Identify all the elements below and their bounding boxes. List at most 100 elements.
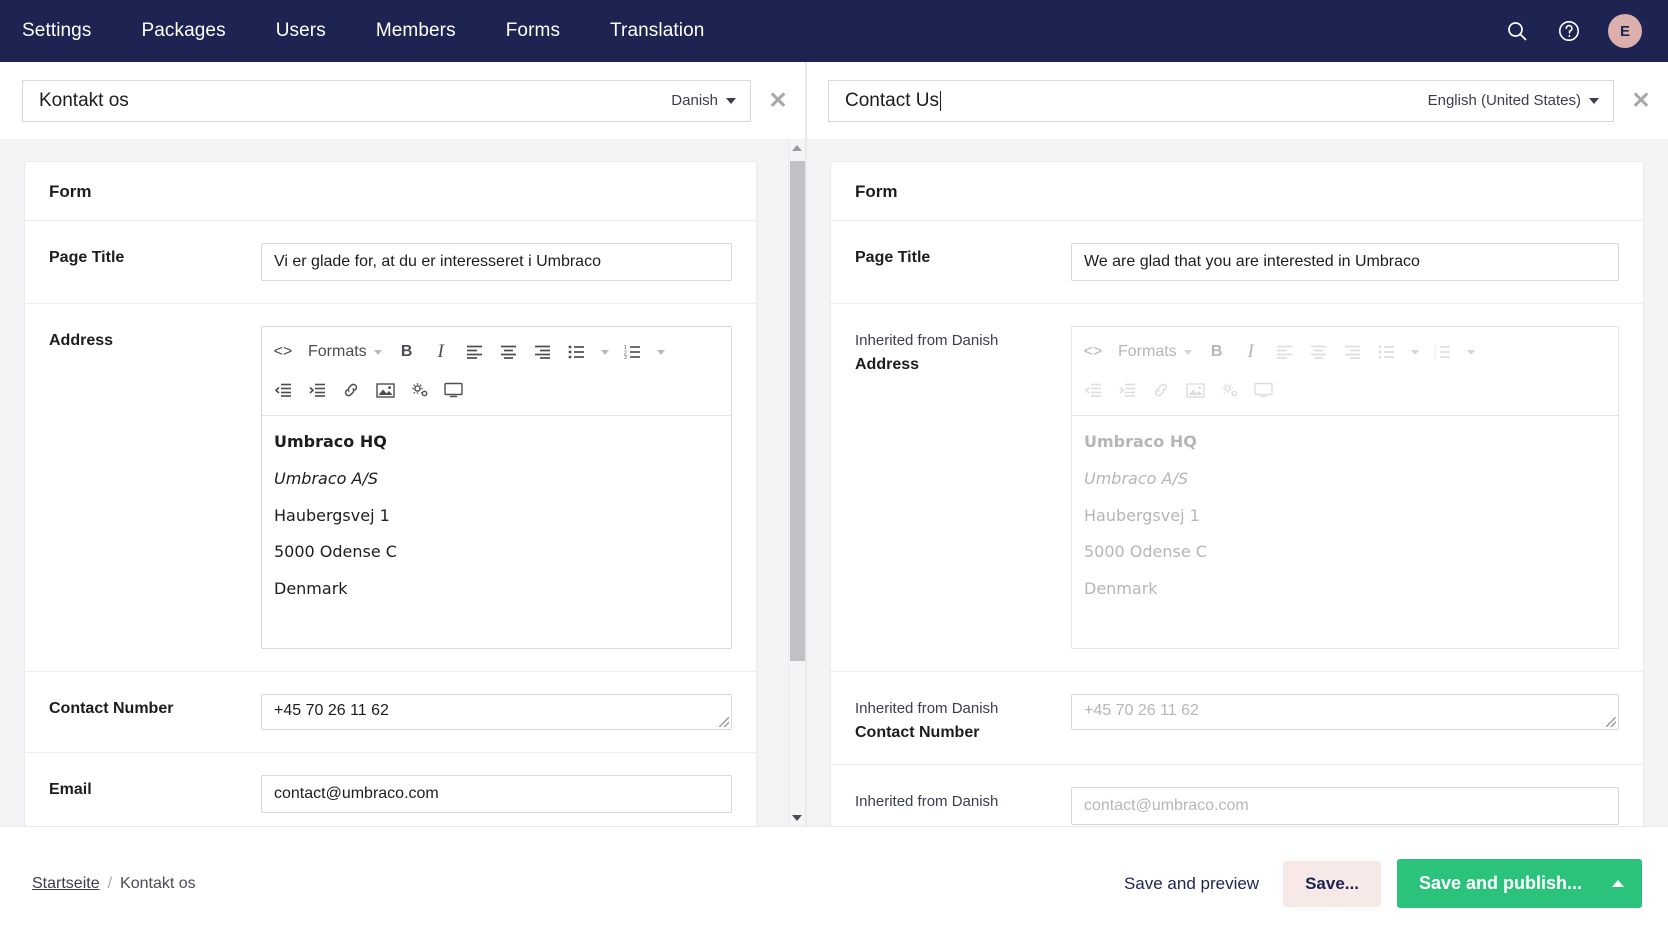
source-code-icon[interactable]: <> [266,336,300,368]
rte-line: Umbraco HQ [1084,432,1197,451]
field-control-email-english: contact@umbraco.com [1071,787,1619,825]
embed-monitor-icon[interactable] [436,374,470,406]
field-control-address-danish: <> Formats B I 1 2 3 Umbraco HQ Umbraco … [261,326,732,649]
nav-item-forms[interactable]: Forms [481,20,585,42]
contact-number-input-danish[interactable]: +45 70 26 11 62 [261,694,732,730]
save-and-publish-dropdown-toggle[interactable] [1602,866,1642,901]
field-control-contact-number-danish: +45 70 26 11 62 [261,694,732,730]
indent-icon[interactable] [1110,374,1144,406]
image-icon[interactable] [1178,374,1212,406]
bullet-list-options-icon[interactable] [1404,336,1426,368]
rte-toolbar-danish: <> Formats B I 1 2 3 [262,327,731,416]
macro-settings-icon[interactable] [1212,374,1246,406]
field-address-english: Inherited from Danish Address <> Formats [831,304,1643,672]
close-pane-english-button[interactable]: ✕ [1614,87,1668,114]
embed-monitor-icon[interactable] [1246,374,1280,406]
scroll-down-button[interactable] [789,809,805,826]
align-right-icon[interactable] [526,336,560,368]
card-title-danish: Form [25,162,756,221]
language-selector-english[interactable]: English (United States) [1418,92,1599,109]
rte-content-danish[interactable]: Umbraco HQ Umbraco A/S Haubergsvej 1 500… [262,416,731,648]
avatar[interactable]: E [1608,14,1642,48]
nav-item-settings[interactable]: Settings [22,20,116,42]
breadcrumb: Startseite / Kontakt os [32,875,196,893]
bold-icon[interactable]: B [1200,336,1234,368]
vertical-scrollbar-danish[interactable] [788,139,805,826]
link-icon[interactable] [1144,374,1178,406]
rte-line: Umbraco A/S [1084,468,1188,488]
field-label-page-title-danish: Page Title [49,249,125,266]
breadcrumb-root-link[interactable]: Startseite [32,875,100,893]
field-label-email-danish: Email [49,781,92,798]
image-icon[interactable] [368,374,402,406]
numbered-list-icon[interactable]: 123 [1426,336,1460,368]
save-and-publish-button[interactable]: Save and publish... [1396,859,1642,908]
email-input-english[interactable]: contact@umbraco.com [1071,787,1619,825]
node-name-input-english[interactable]: Contact Us English (United States) [828,79,1614,122]
numbered-list-options-icon[interactable] [1460,336,1482,368]
rich-text-editor-english[interactable]: <> Formats B I 1 2 3 Umbraco HQ Umbraco … [1071,326,1619,649]
align-left-icon[interactable] [1268,336,1302,368]
numbered-list-options-icon[interactable] [650,336,672,368]
outdent-icon[interactable] [1076,374,1110,406]
bold-icon[interactable]: B [390,336,424,368]
align-right-icon[interactable] [1336,336,1370,368]
bullet-list-icon[interactable] [1370,336,1404,368]
rte-line: Denmark [1084,579,1158,599]
indent-icon[interactable] [300,374,334,406]
align-center-icon[interactable] [492,336,526,368]
align-center-icon[interactable] [1302,336,1336,368]
language-selector-danish[interactable]: Danish [661,92,736,109]
bullet-list-icon[interactable] [560,336,594,368]
field-control-page-title-english: We are glad that you are interested in U… [1071,243,1619,281]
save-button[interactable]: Save... [1283,860,1381,907]
search-icon[interactable] [1504,18,1530,44]
bold-glyph: B [1210,343,1223,360]
align-left-icon[interactable] [458,336,492,368]
nav-item-members[interactable]: Members [351,20,481,42]
nav-item-packages[interactable]: Packages [116,20,250,42]
page-title-input-danish[interactable]: Vi er glade for, at du er interesseret i… [261,243,732,281]
save-and-preview-button[interactable]: Save and preview [1116,862,1267,906]
outdent-icon[interactable] [266,374,300,406]
rte-content-english[interactable]: Umbraco HQ Umbraco A/S Haubergsvej 1 500… [1072,416,1618,648]
formats-dropdown-danish[interactable]: Formats [300,336,390,368]
rte-toolbar-row-2-danish [266,371,727,409]
chevron-down-icon [600,349,609,355]
email-input-danish[interactable]: contact@umbraco.com [261,775,732,813]
formats-dropdown-english[interactable]: Formats [1110,336,1200,368]
node-name-input-danish[interactable]: Kontakt os Danish [22,79,751,122]
nav-item-users[interactable]: Users [251,20,351,42]
footer-actions: Save and preview Save... Save and publis… [1116,859,1642,908]
field-label-contact-number-danish: Contact Number [49,700,174,717]
macro-settings-icon[interactable] [402,374,436,406]
help-icon[interactable] [1556,18,1582,44]
rte-toolbar-english: <> Formats B I 1 2 3 [1072,327,1618,416]
link-icon[interactable] [334,374,368,406]
language-label-english: English (United States) [1427,92,1581,109]
italic-icon[interactable]: I [424,336,458,368]
nav-right-actions: E [1504,14,1642,48]
field-control-page-title-danish: Vi er glade for, at du er interesseret i… [261,243,732,281]
field-contact-number-danish: Contact Number +45 70 26 11 62 [25,672,756,753]
field-control-address-english: <> Formats B I 1 2 3 Umbraco HQ Umbraco … [1071,326,1619,649]
bullet-list-options-icon[interactable] [594,336,616,368]
close-pane-danish-button[interactable]: ✕ [751,87,805,114]
pane-header-danish: Kontakt os Danish ✕ [0,62,805,139]
contact-number-input-english[interactable]: +45 70 26 11 62 [1071,694,1619,730]
page-title-input-english[interactable]: We are glad that you are interested in U… [1071,243,1619,281]
triangle-up-icon [792,144,802,151]
scroll-up-button[interactable] [789,139,805,156]
pane-divider [806,62,807,826]
split-panes: Kontakt os Danish ✕ Form Page Title Vi e… [0,62,1668,826]
numbered-list-icon[interactable]: 123 [616,336,650,368]
scrollbar-thumb[interactable] [790,161,805,661]
field-email-danish: Email contact@umbraco.com [25,753,756,826]
rich-text-editor-danish[interactable]: <> Formats B I 1 2 3 Umbraco HQ Umbraco … [261,326,732,649]
inherit-note-address: Inherited from Danish [855,332,999,349]
pane-danish: Kontakt os Danish ✕ Form Page Title Vi e… [0,62,806,826]
nav-item-translation[interactable]: Translation [585,20,729,42]
source-code-icon[interactable]: <> [1076,336,1110,368]
italic-icon[interactable]: I [1234,336,1268,368]
rte-toolbar-row-1-english: <> Formats B I 1 2 3 [1076,333,1614,371]
